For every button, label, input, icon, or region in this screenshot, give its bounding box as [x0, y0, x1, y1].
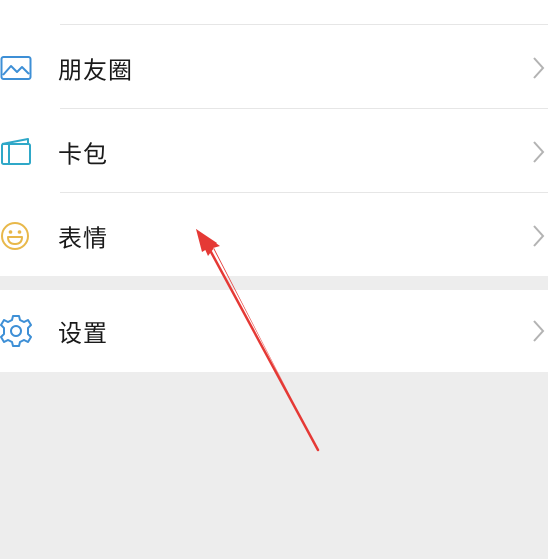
row-divider	[60, 108, 548, 109]
chevron-right-icon	[533, 141, 545, 163]
menu-group-main: 朋友圈 卡包 表情	[0, 0, 548, 276]
menu-item-card-wallet-label: 卡包	[58, 140, 108, 169]
menu-item-stickers[interactable]: 表情	[0, 194, 548, 278]
menu-item-moments-label: 朋友圈	[58, 56, 133, 85]
chevron-right-icon	[533, 57, 545, 79]
chevron-right-icon	[533, 225, 545, 247]
moments-icon	[0, 56, 32, 80]
me-page: 朋友圈 卡包 表情 设置	[0, 0, 548, 559]
gear-icon	[0, 315, 32, 347]
menu-item-card-wallet[interactable]: 卡包	[0, 110, 548, 194]
menu-item-settings-label: 设置	[58, 319, 108, 348]
row-divider	[60, 24, 548, 25]
menu-item-stickers-label: 表情	[58, 224, 108, 253]
sticker-smiley-icon	[1, 222, 29, 250]
card-wallet-icon	[1, 138, 31, 165]
row-divider	[60, 192, 548, 193]
menu-group-settings: 设置	[0, 290, 548, 372]
chevron-right-icon	[533, 320, 545, 342]
menu-item-moments[interactable]: 朋友圈	[0, 26, 548, 110]
menu-item-settings[interactable]: 设置	[0, 290, 548, 372]
partial-icon	[0, 0, 28, 8]
